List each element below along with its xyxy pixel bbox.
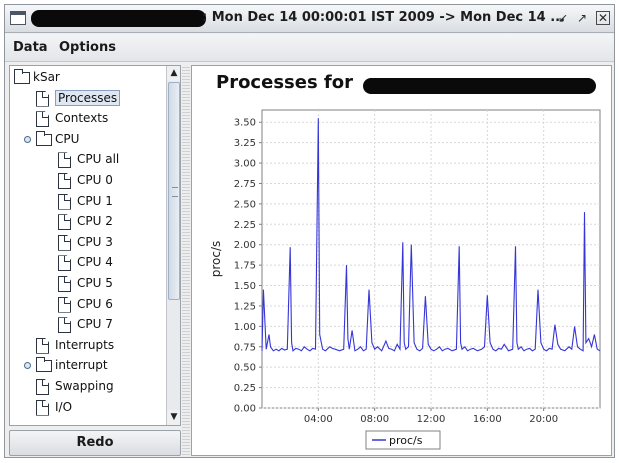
window-title: : Mon Dec 14 00:00:01 IST 2009 -> Mon De… xyxy=(202,10,566,25)
document-icon xyxy=(58,296,71,313)
document-icon xyxy=(58,317,71,334)
ksar-window: : Mon Dec 14 00:00:01 IST 2009 -> Mon De… xyxy=(4,4,615,458)
y-tick-label: 0.75 xyxy=(234,342,256,353)
y-tick-label: 0.00 xyxy=(234,404,256,415)
tree-item-swapping[interactable]: Swapping xyxy=(10,377,165,397)
document-icon xyxy=(36,337,49,354)
y-tick-label: 2.75 xyxy=(234,179,256,190)
document-icon xyxy=(36,399,49,416)
tree-item-label: CPU 2 xyxy=(77,214,113,229)
tree-item-cpu-6[interactable]: CPU 6 xyxy=(10,295,165,315)
scroll-down-icon[interactable]: ▼ xyxy=(167,410,180,425)
tree-item-ksar[interactable]: kSar xyxy=(10,68,165,88)
tree-item-label: I/O xyxy=(55,399,73,414)
y-tick-label: 1.75 xyxy=(234,261,256,272)
title-bar[interactable]: : Mon Dec 14 00:00:01 IST 2009 -> Mon De… xyxy=(5,5,614,33)
document-icon xyxy=(58,276,71,292)
tree-item-cpu[interactable]: CPU xyxy=(10,130,165,150)
folder-icon xyxy=(36,357,52,373)
tree-item-cpu-7[interactable]: CPU 7 xyxy=(10,315,165,335)
redo-button[interactable]: Redo xyxy=(9,430,181,456)
y-tick-label: 2.50 xyxy=(234,199,256,210)
tree-item-cpu-4[interactable]: CPU 4 xyxy=(10,253,165,273)
tree-item-label: CPU all xyxy=(77,152,120,167)
tree-item-label: CPU 7 xyxy=(77,317,113,332)
app-icon xyxy=(10,11,26,25)
y-axis-label: proc/s xyxy=(209,241,223,278)
maximize-icon[interactable]: ↗ xyxy=(575,11,589,25)
menu-options[interactable]: Options xyxy=(59,40,116,55)
folder-icon xyxy=(14,69,30,84)
tree-item-label: CPU xyxy=(55,131,80,146)
y-tick-label: 1.25 xyxy=(234,301,256,312)
tree-item-cpu-all[interactable]: CPU all xyxy=(10,150,165,170)
menu-data[interactable]: Data xyxy=(13,40,48,55)
tree-item-contexts[interactable]: Contexts xyxy=(10,109,165,129)
tree-item-label: CPU 3 xyxy=(77,234,113,249)
tree-scrollbar[interactable]: ▲ ▼ xyxy=(166,66,180,425)
x-tick-label: 16:00 xyxy=(473,414,502,425)
expanded-toggle-icon[interactable] xyxy=(24,135,31,143)
split-pane-divider[interactable] xyxy=(182,65,190,457)
document-icon xyxy=(58,193,71,210)
tree-item-cpu-0[interactable]: CPU 0 xyxy=(10,171,165,191)
y-tick-label: 3.00 xyxy=(234,159,256,170)
x-tick-label: 04:00 xyxy=(304,414,333,425)
folder-icon xyxy=(36,130,52,146)
chart-panel: Processes for 0.00 0.25 0.50 0.75 1.00 1.25 1.… xyxy=(191,65,612,456)
document-icon xyxy=(58,152,71,169)
tree-item-label: Contexts xyxy=(55,111,109,126)
legend-label: proc/s xyxy=(389,434,423,447)
document-icon xyxy=(58,234,71,251)
tree-item-label: interrupt xyxy=(55,358,108,373)
tree-item-i-o[interactable]: I/O xyxy=(10,398,165,418)
y-tick-label: 2.25 xyxy=(234,220,256,231)
processes-chart: 0.00 0.25 0.50 0.75 1.00 1.25 1.50 1.75 2.00 2.25… xyxy=(209,109,601,450)
document-icon xyxy=(58,173,71,189)
y-tick-label: 1.50 xyxy=(234,281,256,292)
document-icon xyxy=(36,379,49,395)
tree-item-interrupt[interactable]: interrupt xyxy=(10,356,165,376)
y-tick-label: 1.00 xyxy=(234,322,256,333)
tree-item-label: Processes xyxy=(55,89,121,106)
y-tick-label: 2.00 xyxy=(234,240,256,251)
x-tick-label: 08:00 xyxy=(360,414,389,425)
y-tick-label: 0.50 xyxy=(234,363,256,374)
scroll-thumb[interactable] xyxy=(168,82,180,300)
tree-item-cpu-1[interactable]: CPU 1 xyxy=(10,192,165,212)
redacted-hostname xyxy=(31,10,206,27)
tree-item-label: Interrupts xyxy=(55,337,115,352)
tree-item-cpu-5[interactable]: CPU 5 xyxy=(10,274,165,294)
y-tick-label: 3.25 xyxy=(234,138,256,149)
x-tick-label: 12:00 xyxy=(417,414,446,425)
y-tick-label: 3.50 xyxy=(234,118,256,129)
minimize-icon[interactable]: ↙ xyxy=(556,11,570,25)
x-tick-label: 20:00 xyxy=(529,414,558,425)
menu-bar: Data Options xyxy=(5,34,614,62)
document-icon xyxy=(36,111,49,128)
tree-item-interrupts[interactable]: Interrupts xyxy=(10,336,165,356)
scroll-up-icon[interactable]: ▲ xyxy=(167,66,180,81)
tree-item-label: CPU 4 xyxy=(77,255,113,270)
tree-item-label: kSar xyxy=(33,70,60,84)
grip-icon xyxy=(172,187,178,197)
document-icon xyxy=(58,214,71,231)
close-icon[interactable]: ✕ xyxy=(596,11,610,25)
tree-item-processes[interactable]: Processes xyxy=(10,89,165,109)
tree-item-label: CPU 1 xyxy=(77,193,113,208)
tree-panel: kSar Processes Contexts CPU CPU all CPU 0 CPU … xyxy=(9,65,181,426)
document-icon xyxy=(58,255,71,272)
tree-item-label: CPU 0 xyxy=(77,173,113,187)
collapsed-toggle-icon[interactable] xyxy=(24,362,31,370)
tree-item-label: CPU 6 xyxy=(77,296,113,311)
y-tick-label: 0.25 xyxy=(234,383,256,394)
tree-item-label: CPU 5 xyxy=(77,276,113,290)
tree-item-label: Swapping xyxy=(55,379,114,393)
document-icon xyxy=(36,90,49,107)
tree-item-cpu-2[interactable]: CPU 2 xyxy=(10,212,165,232)
tree-item-cpu-3[interactable]: CPU 3 xyxy=(10,233,165,253)
